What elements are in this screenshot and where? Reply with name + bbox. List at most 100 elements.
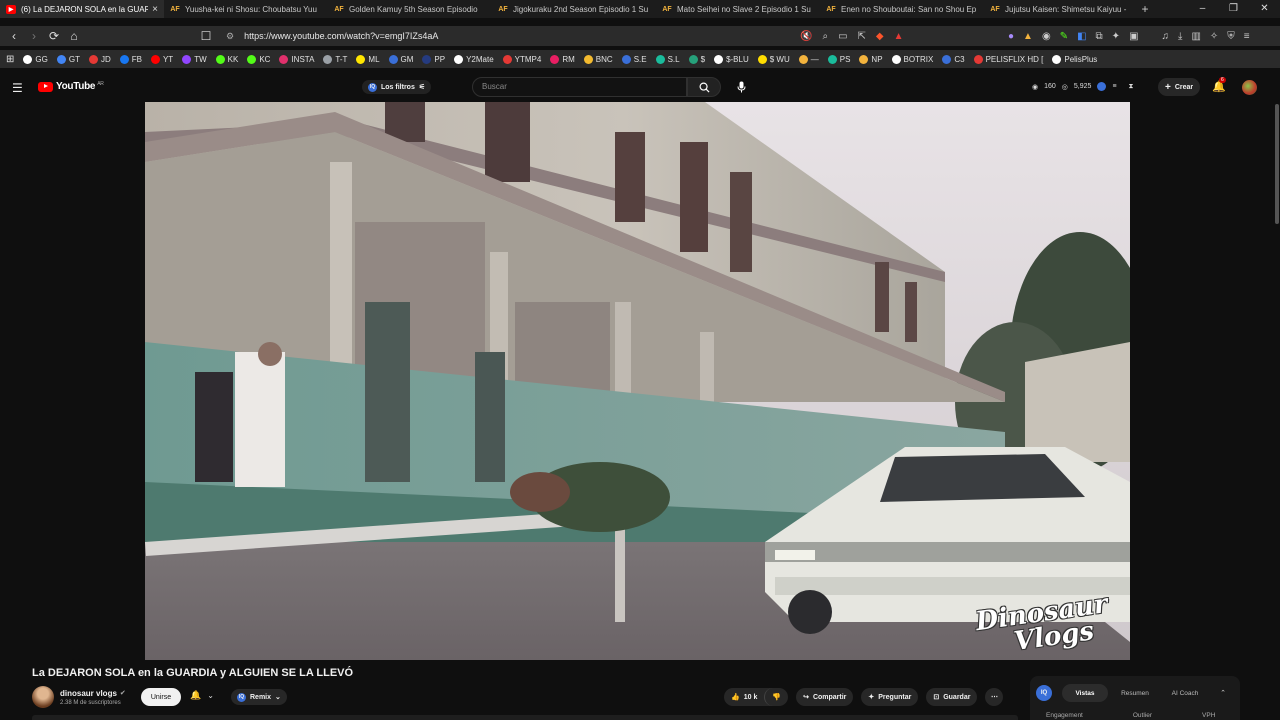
extension-icon[interactable]: ◧ (1077, 31, 1086, 42)
bookmark-item[interactable]: C3 (942, 54, 965, 64)
site-info-icon[interactable]: ⚙ (226, 31, 234, 42)
sidebar-icon[interactable]: ▥ (1191, 31, 1200, 42)
bookmark-item[interactable]: S.L (655, 54, 680, 64)
tab-video[interactable]: ▶ (6) La DEJARON SOLA en la GUARDIA × (0, 0, 164, 18)
bookmark-item[interactable]: KC (247, 54, 270, 64)
home-icon[interactable]: ⌂ (64, 29, 84, 43)
tab-anime-6[interactable]: AF Jujutsu Kaisen: Shimetsu Kaiyuu - Ze (984, 0, 1134, 18)
share-icon[interactable]: ⇱ (858, 31, 866, 42)
tab-anime-4[interactable]: AF Mato Seihei no Slave 2 Episodio 1 Su (656, 0, 820, 18)
menu-icon[interactable]: ≡ (1244, 31, 1250, 42)
bookmark-item[interactable]: GG (23, 54, 48, 64)
minimize-icon[interactable]: – (1187, 0, 1218, 18)
bookmark-item[interactable]: PP (422, 54, 445, 64)
iq-badge[interactable]: IQ (1036, 685, 1052, 701)
media-icon[interactable]: ♫ (1162, 31, 1170, 42)
restore-icon[interactable]: ❐ (1218, 0, 1249, 18)
apps-icon[interactable]: ⊞ (6, 54, 14, 65)
zoom-icon[interactable]: ⌕ (822, 31, 828, 42)
cast-icon[interactable]: ▭ (838, 31, 847, 42)
bookmark-item[interactable]: $ WU (757, 54, 790, 64)
bookmark-item[interactable]: KK (215, 54, 238, 64)
panel-tab-views[interactable]: Vistas (1062, 684, 1108, 702)
vpn-icon[interactable]: ⛨ (1227, 31, 1235, 42)
leo-icon[interactable]: ✧ (1210, 31, 1218, 42)
create-button[interactable]: + Crear (1158, 78, 1201, 96)
tab-anime-3[interactable]: AF Jigokuraku 2nd Season Episodio 1 Su (492, 0, 656, 18)
account-avatar[interactable] (1242, 80, 1257, 95)
extension-stats[interactable]: ◉ 160 ◎ 5,925 ≡ ⧗ (1032, 82, 1133, 91)
bookmark-item[interactable]: ML (356, 54, 380, 64)
notifications-button[interactable]: 🔔 6 (1212, 77, 1226, 93)
bookmark-item[interactable]: JD (88, 54, 111, 64)
bookmark-item[interactable]: T-T (323, 54, 347, 64)
extension-icon[interactable]: ✎ (1060, 31, 1068, 42)
filters-button[interactable]: IQ Los filtros ⚟ (362, 80, 432, 94)
reload-icon[interactable]: ⟳ (44, 29, 64, 43)
bookmark-item[interactable]: $-BLU (714, 54, 749, 64)
back-icon[interactable]: ‹ (4, 29, 24, 43)
join-button[interactable]: Unirse (141, 688, 181, 706)
youtube-play-icon (38, 81, 53, 92)
page-scrollbar[interactable] (1275, 104, 1279, 224)
bookmark-item[interactable]: FB (119, 54, 142, 64)
ask-button[interactable]: ✦ Preguntar (861, 688, 919, 706)
bookmark-item[interactable]: INSTA (279, 54, 314, 64)
extensions-puzzle-icon[interactable]: ✦ (1112, 31, 1120, 42)
bookmark-item[interactable]: PelisPlus (1052, 54, 1097, 64)
rewards-icon[interactable]: ▲ (894, 31, 904, 42)
close-tab-icon[interactable]: × (152, 4, 158, 15)
video-player[interactable]: Dinosaur Vlogs (145, 102, 1130, 660)
url-field[interactable]: ⚙ https://www.youtube.com/watch?v=emgI7I… (226, 26, 438, 46)
tab-anime-2[interactable]: AF Golden Kamuy 5th Season Episodio (328, 0, 492, 18)
like-button[interactable]: 👍 10 k (724, 688, 764, 706)
bookmark-item[interactable]: YTMP4 (502, 54, 541, 64)
subscription-bell[interactable]: 🔔 ⌄ (190, 690, 214, 701)
channel-name[interactable]: dinosaur vlogs (60, 689, 117, 698)
extension-icon[interactable]: ● (1008, 31, 1014, 42)
channel-avatar[interactable] (32, 686, 54, 708)
share-button[interactable]: ↪ Compartir (796, 688, 854, 706)
bookmark-item[interactable]: S.E (621, 54, 647, 64)
tab-anime-5[interactable]: AF Enen no Shouboutai: San no Shou Ep (820, 0, 984, 18)
bookmark-icon[interactable]: ☐ (196, 29, 216, 43)
download-icon[interactable]: ⤓ (1178, 31, 1182, 42)
extension-icon[interactable]: ▣ (1129, 31, 1138, 42)
bookmark-item[interactable]: $ (688, 54, 705, 64)
bookmark-item[interactable]: PS (827, 54, 850, 64)
more-actions-button[interactable]: ⋯ (985, 688, 1004, 706)
youtube-logo[interactable]: YouTube AR (38, 81, 104, 92)
mute-icon[interactable]: 🔇 (800, 31, 812, 42)
voice-search-button[interactable] (733, 79, 749, 95)
collapse-icon[interactable]: ⌃ (1220, 689, 1226, 697)
panel-tab-summary[interactable]: Resumen (1112, 684, 1158, 702)
tab-anime-1[interactable]: AF Yuusha-kei ni Shosu: Choubatsu Yuu (164, 0, 328, 18)
bookmark-item[interactable]: Y2Mate (454, 54, 494, 64)
bookmark-item[interactable]: PELISFLIX HD [ (973, 54, 1043, 64)
bookmark-item[interactable]: BNC (583, 54, 613, 64)
search-input[interactable]: Buscar (472, 77, 687, 97)
extension-icon[interactable]: ⧉ (1096, 31, 1103, 42)
brave-shield-icon[interactable]: ◆ (876, 31, 884, 42)
bookmark-item[interactable]: RM (550, 54, 575, 64)
search-button[interactable] (687, 77, 721, 97)
extension-icon[interactable]: ▲ (1023, 31, 1033, 42)
bookmark-item[interactable]: — (798, 54, 819, 64)
channel-info[interactable]: dinosaur vlogs ✔ 2.38 M de suscriptores (32, 686, 126, 708)
bookmark-item[interactable]: YT (150, 54, 173, 64)
bookmark-item[interactable]: NP (859, 54, 883, 64)
remix-button[interactable]: IQ Remix ⌄ (231, 689, 287, 705)
bookmark-item[interactable]: TW (182, 54, 207, 64)
extension-icon[interactable]: ◉ (1042, 31, 1051, 42)
bookmark-favicon-icon (215, 54, 225, 64)
menu-icon[interactable]: ☰ (12, 81, 23, 95)
dislike-button[interactable]: 👎 (764, 688, 788, 706)
bookmark-item[interactable]: GT (56, 54, 80, 64)
panel-tab-ai-coach[interactable]: AI Coach (1162, 684, 1208, 702)
bookmark-item[interactable]: GM (388, 54, 413, 64)
bookmark-item[interactable]: BOTRIX (891, 54, 933, 64)
forward-icon[interactable]: › (24, 29, 44, 43)
close-window-icon[interactable]: ✕ (1249, 0, 1280, 18)
new-tab-icon[interactable]: + (1134, 2, 1156, 16)
save-button[interactable]: ⊡ Guardar (926, 688, 978, 706)
